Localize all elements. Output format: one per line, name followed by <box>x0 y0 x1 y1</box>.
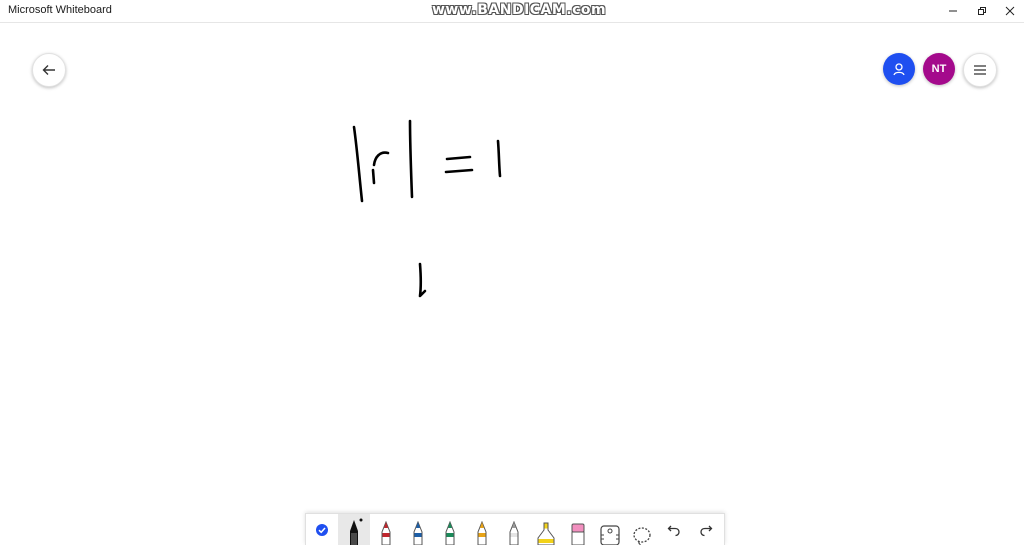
ink-stroke-equals-bottom <box>444 168 474 174</box>
ink-layer <box>352 119 502 298</box>
select-check-icon <box>316 523 328 536</box>
ink-stroke-r <box>371 151 390 185</box>
pen-black-icon <box>350 518 363 545</box>
pen-gray-icon <box>509 521 519 545</box>
ink-stroke-equals-top <box>445 155 472 161</box>
hamburger-icon <box>974 65 986 75</box>
pen-black-tool[interactable] <box>338 514 370 545</box>
back-button[interactable] <box>32 53 66 87</box>
pen-gray-tool[interactable] <box>498 514 530 545</box>
select-tool[interactable] <box>306 514 338 545</box>
pen-orange-icon <box>477 521 487 545</box>
ink-stroke-one-below <box>418 262 427 298</box>
undo-icon <box>667 525 680 536</box>
pen-orange-tool[interactable] <box>466 514 498 545</box>
title-bar: Microsoft Whiteboard www.BANDICAM.com <box>0 0 1024 23</box>
ink-toolbar <box>305 513 725 545</box>
pen-blue-icon <box>413 521 423 545</box>
person-icon <box>893 63 905 76</box>
whiteboard-canvas[interactable] <box>0 23 1024 513</box>
menu-button[interactable] <box>963 53 997 87</box>
minimize-icon[interactable] <box>937 0 969 22</box>
avatar[interactable]: NT <box>923 53 955 85</box>
ruler-tool[interactable] <box>594 514 626 545</box>
pen-blue-tool[interactable] <box>402 514 434 545</box>
lasso-icon <box>633 527 651 545</box>
ink-stroke-one <box>496 139 502 178</box>
app-title: Microsoft Whiteboard <box>8 4 112 16</box>
lasso-tool[interactable] <box>626 514 658 545</box>
arrow-left-icon <box>42 65 55 75</box>
highlighter-tool[interactable] <box>530 514 562 545</box>
ink-stroke-abs-right <box>408 119 414 199</box>
recording-watermark: www.BANDICAM.com <box>432 2 607 18</box>
ink-stroke-abs-left <box>352 125 364 203</box>
redo-button[interactable] <box>690 514 722 545</box>
pen-green-icon <box>445 521 455 545</box>
pen-red-tool[interactable] <box>370 514 402 545</box>
share-button[interactable] <box>883 53 915 85</box>
highlighter-yellow-icon <box>537 522 555 545</box>
redo-icon <box>700 525 713 536</box>
ruler-icon <box>600 525 620 545</box>
pen-green-tool[interactable] <box>434 514 466 545</box>
undo-button[interactable] <box>658 514 690 545</box>
eraser-tool[interactable] <box>562 514 594 545</box>
pen-red-icon <box>381 521 391 545</box>
eraser-icon <box>571 523 585 545</box>
close-icon[interactable] <box>994 0 1024 22</box>
